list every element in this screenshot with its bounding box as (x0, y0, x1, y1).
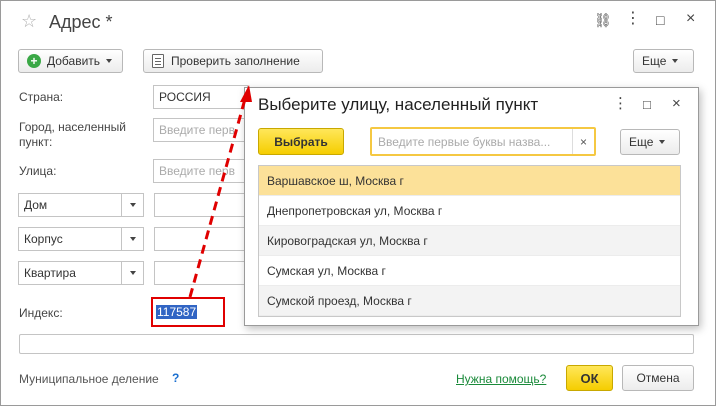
popup-close-icon[interactable]: × (672, 96, 681, 111)
building-type-select[interactable]: Корпус (18, 227, 144, 251)
municipal-division-label[interactable]: Муниципальное деление (19, 372, 159, 386)
chevron-down-icon (106, 59, 113, 63)
help-link[interactable]: Нужна помощь? (456, 372, 546, 386)
chevron-down-icon[interactable] (121, 228, 143, 250)
popup-more-button[interactable]: Еще (620, 129, 680, 155)
list-item[interactable]: Варшавское ш, Москва г (259, 166, 680, 196)
popup-maximize-icon[interactable]: □ (643, 98, 651, 111)
apartment-type-value: Квартира (24, 266, 76, 280)
chevron-down-icon[interactable] (121, 262, 143, 284)
street-input[interactable]: Введите перв (153, 159, 248, 183)
menu-icon[interactable]: ⋮ (625, 11, 641, 27)
list-item[interactable]: Кировоградская ул, Москва г (259, 226, 680, 256)
window-title: Адрес * (49, 12, 113, 32)
list-item[interactable]: Сумской проезд, Москва г (259, 286, 680, 316)
chevron-down-icon[interactable] (121, 194, 143, 216)
close-icon[interactable]: × (686, 11, 695, 27)
apartment-type-select[interactable]: Квартира (18, 261, 144, 285)
add-button-label: Добавить (47, 54, 101, 68)
address-window: ☆ Адрес * ⛓ ⋮ □ × + Добавить Проверить з… (0, 0, 716, 406)
list-item[interactable]: Сумская ул, Москва г (259, 256, 680, 286)
maximize-icon[interactable]: □ (656, 13, 664, 27)
index-label: Индекс: (19, 306, 63, 320)
index-input[interactable]: 117587 (156, 305, 198, 319)
popup-menu-icon[interactable]: ⋮ (613, 96, 628, 111)
building-type-value: Корпус (24, 232, 63, 246)
list-item[interactable]: Днепропетровская ул, Москва г (259, 196, 680, 226)
more-button[interactable]: Еще (633, 49, 694, 73)
street-label: Улица: (19, 164, 57, 178)
chevron-down-icon (659, 140, 666, 144)
search-input[interactable]: Введите первые буквы назва... × (370, 127, 596, 156)
plus-icon: + (27, 54, 41, 68)
check-filling-label: Проверить заполнение (171, 54, 300, 68)
building-input[interactable] (154, 227, 248, 251)
popup-title: Выберите улицу, населенный пункт (258, 95, 539, 114)
street-selection-popup: Выберите улицу, населенный пункт ⋮ □ × В… (244, 87, 699, 326)
title-bar: ☆ Адрес * ⛓ ⋮ □ × (1, 1, 715, 41)
select-button[interactable]: Выбрать (258, 128, 344, 155)
city-input[interactable]: Введите перв (153, 118, 248, 142)
full-address-field[interactable] (19, 334, 694, 354)
city-label: Город, населенный пункт: (19, 120, 126, 149)
favorite-star-icon[interactable]: ☆ (21, 12, 37, 30)
house-input[interactable] (154, 193, 248, 217)
help-question-icon[interactable]: ? (172, 371, 179, 385)
popup-more-label: Еще (629, 135, 654, 149)
search-placeholder: Введите первые буквы назва... (378, 135, 551, 149)
cancel-button[interactable]: Отмена (622, 365, 694, 391)
link-icon[interactable]: ⛓ (594, 13, 612, 27)
check-filling-button[interactable]: Проверить заполнение (143, 49, 323, 73)
country-label: Страна: (19, 90, 64, 104)
chevron-down-icon (672, 59, 679, 63)
house-type-select[interactable]: Дом (18, 193, 144, 217)
ok-button[interactable]: ОК (566, 365, 613, 391)
house-type-value: Дом (24, 198, 48, 212)
add-button[interactable]: + Добавить (18, 49, 123, 73)
country-field[interactable]: РОССИЯ (153, 85, 248, 109)
document-check-icon (152, 54, 164, 68)
more-button-label: Еще (642, 54, 667, 68)
apartment-input[interactable] (154, 261, 248, 285)
clear-icon[interactable]: × (572, 129, 594, 154)
street-list: Варшавское ш, Москва г Днепропетровская … (258, 165, 681, 317)
